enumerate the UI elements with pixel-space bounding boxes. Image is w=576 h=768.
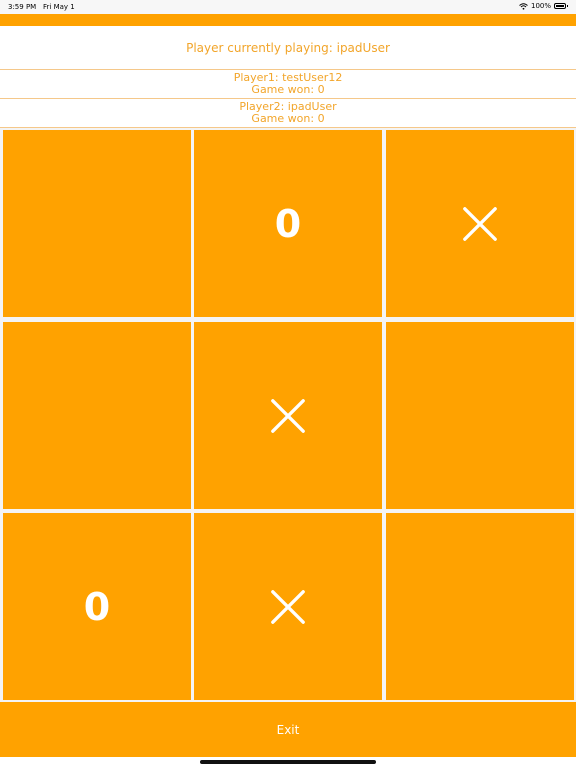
o-mark: 0	[274, 201, 302, 246]
board-cell-r3-c3[interactable]	[386, 513, 574, 700]
x-mark-icon	[271, 589, 305, 624]
status-date: Fri May 1	[43, 3, 75, 11]
home-indicator	[200, 760, 376, 764]
player1-games-won: Game won: 0	[251, 83, 325, 96]
game-board: 00	[0, 128, 576, 702]
board-cell-r1-c3[interactable]	[386, 130, 574, 317]
status-right: 100%	[519, 2, 568, 10]
battery-percent: 100%	[530, 2, 551, 10]
board-cell-r3-c2[interactable]	[194, 513, 382, 700]
top-accent-bar	[0, 14, 576, 26]
x-mark-icon	[463, 206, 497, 241]
wifi-icon	[519, 2, 528, 10]
board-cell-r3-c1[interactable]: 0	[3, 513, 191, 700]
player1-info: Player1: testUser12 Game won: 0	[0, 70, 576, 99]
battery-icon	[554, 3, 568, 9]
player2-games-won: Game won: 0	[251, 112, 325, 125]
o-mark: 0	[83, 584, 111, 629]
current-player-label: Player currently playing: ipadUser	[0, 26, 576, 70]
board-cell-r1-c2[interactable]: 0	[194, 130, 382, 317]
status-bar: 3:59 PM Fri May 1 100%	[0, 0, 576, 14]
board-cell-r2-c2[interactable]	[194, 322, 382, 509]
board-cell-r2-c3[interactable]	[386, 322, 574, 509]
board-cell-r1-c1[interactable]	[3, 130, 191, 317]
status-time: 3:59 PM	[8, 3, 37, 11]
exit-button[interactable]: Exit	[0, 702, 576, 757]
x-mark-icon	[271, 398, 305, 433]
board-cell-r2-c1[interactable]	[3, 322, 191, 509]
player2-info: Player2: ipadUser Game won: 0	[0, 99, 576, 128]
